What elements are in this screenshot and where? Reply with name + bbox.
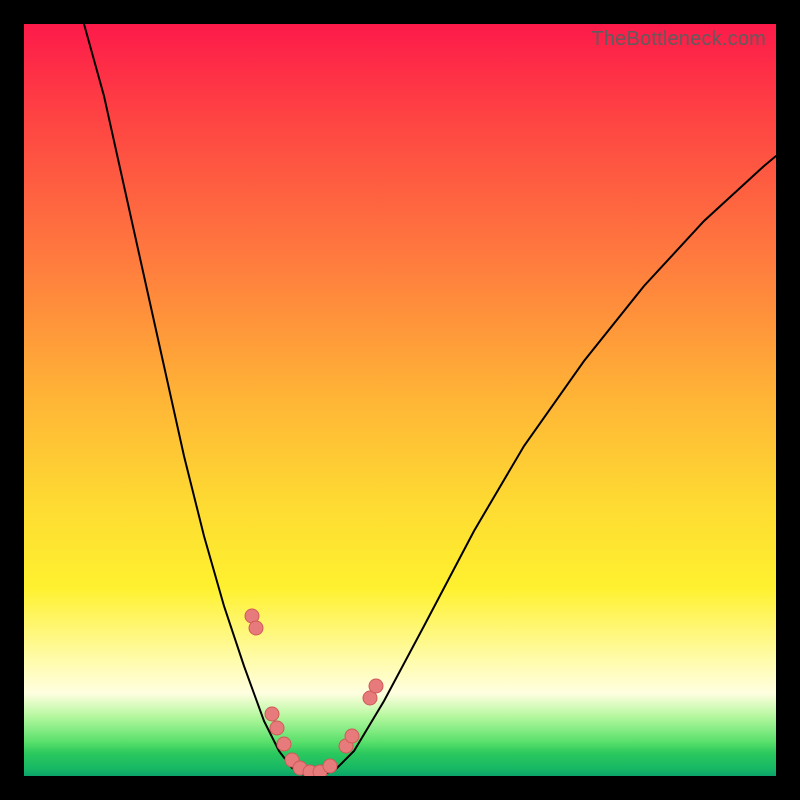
chart-frame: TheBottleneck.com [0,0,800,800]
data-marker [345,729,359,743]
chart-plot-area: TheBottleneck.com [24,24,776,776]
marker-group [245,609,383,776]
data-marker [277,737,291,751]
data-marker [323,759,337,773]
data-marker [265,707,279,721]
marker-layer [24,24,776,776]
watermark-label: TheBottleneck.com [591,28,766,51]
data-marker [249,621,263,635]
data-marker [369,679,383,693]
data-marker [270,721,284,735]
